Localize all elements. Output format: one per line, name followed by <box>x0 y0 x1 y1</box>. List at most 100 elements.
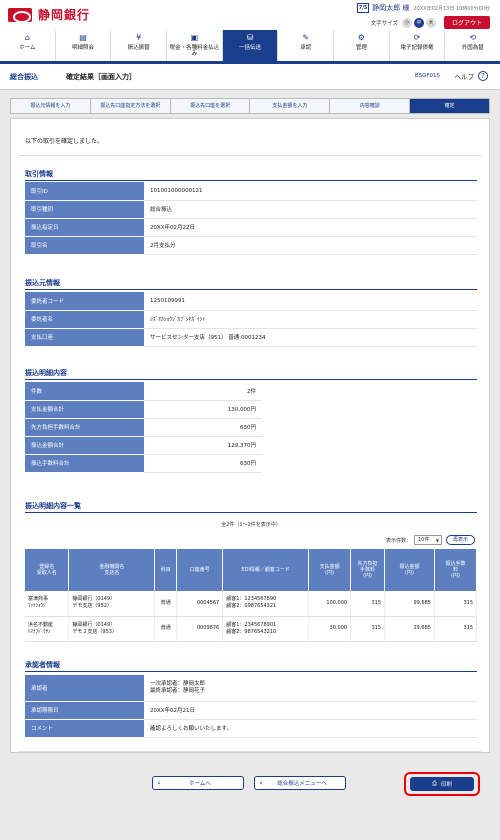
source-info-table: 委託者コード 1250109991 委託者名 ｼｽﾞｵｶｼｮｳｼﾞｶﾌﾞｼｷｶﾞ… <box>25 292 477 347</box>
cell-transfer-amount: 99,685 <box>384 591 435 617</box>
app-header: 静岡銀行 7/5 静岡太郎 様 20XX年02月13日 10時00分00秒 文字… <box>0 0 500 30</box>
row-key: 取引名 <box>25 236 144 255</box>
print-button-label: 印刷 <box>440 782 452 788</box>
tax-payment-icon: ▣ <box>190 33 199 42</box>
cell-payment-amount: 30,000 <box>308 616 352 642</box>
cell-registrant: 浜名不動産 ﾊﾏﾅﾌﾄﾞｳｻﾝ <box>25 616 70 642</box>
nav-item-transfer[interactable]: ¥ 振込振替 <box>111 30 168 61</box>
column-header: 先方負担 手数料 (円) <box>350 549 386 591</box>
row-key: 振込手数料合計 <box>25 454 144 473</box>
table-row: 承認期限日 20XX年02月21日 <box>25 701 477 720</box>
user-info: 7/5 静岡太郎 様 20XX年02月13日 10時00分00秒 <box>357 3 490 13</box>
column-header: 登録名 受取人名 <box>25 549 70 591</box>
font-size-medium-button[interactable]: 中 <box>413 17 424 28</box>
table-row: 振込金額合計 129,370円 <box>25 436 477 455</box>
cell-transfer-fee: 315 <box>434 591 478 617</box>
cell-payee-fee: 315 <box>350 591 386 617</box>
detail-table: 登録名 受取人名 金融機関名 支店名 科目 口座番号 EDI情報／顧客コード 支… <box>25 549 478 642</box>
nav-item-statements[interactable]: ▤ 明細照会 <box>56 30 112 61</box>
column-header: 金融機関名 支店名 <box>68 549 156 591</box>
registered-name: 浜名不動産 <box>28 621 54 628</box>
row-value: 129,370円 <box>144 436 262 455</box>
row-pad <box>262 418 477 437</box>
nav-item-tax-payment[interactable]: ▣ 税金・各種料金払込み <box>167 30 223 61</box>
nav-item-label: 管理 <box>355 45 367 51</box>
font-size-small-button[interactable]: 小 <box>401 17 412 28</box>
section-title-detail-list: 振込明細内容一覧 <box>25 502 81 510</box>
divider <box>19 155 481 156</box>
divider <box>19 751 481 752</box>
table-row: 件数 2件 <box>25 382 477 401</box>
nav-item-batch-transfer[interactable]: ⛁ 一括伝送 <box>222 30 279 61</box>
cell-account-number: 0004567 <box>176 591 224 617</box>
row-key: 支払口座 <box>25 328 144 347</box>
row-key: 支払金額合計 <box>25 400 144 419</box>
table-row: 振込手数料合計 630円 <box>25 454 477 473</box>
row-value: 101001000000121 <box>144 182 477 201</box>
cell-payee-fee: 315 <box>350 616 386 642</box>
font-size-controls: 文字サイズ 小 中 大 ログアウト <box>371 16 490 29</box>
row-key: 取引種別 <box>25 200 144 219</box>
section-rule <box>25 289 477 290</box>
column-header: 科目 <box>154 549 178 591</box>
row-value: 確認よろしくお願いいたします。 <box>144 719 477 738</box>
font-size-label: 文字サイズ <box>370 20 398 27</box>
payee-name: ﾊﾏﾅﾌﾄﾞｳｻﾝ <box>28 628 51 635</box>
batch-menu-button-label: 総合振込メニューへ <box>277 781 327 787</box>
nav-item-e-bond[interactable]: ⟳ 電子記録債権 <box>390 30 446 61</box>
edi-line-2: 顧客2：9876543210 <box>226 628 277 635</box>
cell-bank: 静岡銀行（0149） デモ２支店（953） <box>68 616 156 642</box>
logout-button[interactable]: ログアウト <box>443 16 490 29</box>
redisplay-button[interactable]: 再表示 <box>445 535 475 545</box>
bank-logo-text: 静岡銀行 <box>38 8 91 22</box>
table-header-row: 登録名 受取人名 金融機関名 支店名 科目 口座番号 EDI情報／顧客コード 支… <box>25 549 478 591</box>
step-confirm-content: 内容確認 <box>330 99 411 113</box>
print-button[interactable]: ⎙ 印刷 <box>410 777 474 791</box>
table-row: 振込指定日 20XX年02月22日 <box>25 218 477 237</box>
batch-transfer-icon: ⛁ <box>246 33 254 42</box>
nav-item-forex[interactable]: ⟲ 外国為替 <box>445 30 500 61</box>
table-row: 支払金額合計 130,000円 <box>25 400 477 419</box>
section-rule <box>25 512 477 513</box>
table-row: 委託者名 ｼｽﾞｵｶｼｮｳｼﾞｶﾌﾞｼｷｶﾞｲｼｬ <box>25 310 477 329</box>
cell-bank: 静岡銀行（0149） デモ支店（952） <box>68 591 156 617</box>
cell-transfer-amount: 29,685 <box>384 616 435 642</box>
row-pad <box>262 436 477 455</box>
section-title-summary: 振込明細内容 <box>25 369 67 377</box>
nav-item-label: 税金・各種料金払込み <box>169 45 220 57</box>
step-destination-account: 振込先口座を選択 <box>170 99 251 113</box>
font-size-large-button[interactable]: 大 <box>425 17 436 28</box>
printer-icon: ⎙ <box>432 780 437 787</box>
nav-item-approval[interactable]: ✎ 承認 <box>278 30 335 61</box>
row-value: 2月支払分 <box>144 236 477 255</box>
bank-logo[interactable]: 静岡銀行 <box>8 6 90 23</box>
row-value: 20XX年02月22日 <box>144 218 477 237</box>
page-titlebar: 総合振込 確定結果［画面入力］ BSGF015 ヘルプ ? <box>0 64 500 90</box>
cell-registrant: 富津商事 ﾌｯﾂｼｮｳｼﾞ <box>25 591 70 617</box>
table-row: 取引種別 総合振込 <box>25 200 477 219</box>
nav-item-home[interactable]: ⌂ ホーム <box>0 30 56 61</box>
row-key: 振込金額合計 <box>25 436 144 455</box>
page-size-select[interactable]: 10件 <box>413 535 442 545</box>
row-value: 130,000円 <box>144 400 262 419</box>
column-header: 口座番号 <box>176 549 224 591</box>
approval-icon: ✎ <box>302 33 310 42</box>
batch-menu-button[interactable]: ‹ 総合振込メニューへ <box>254 776 346 790</box>
edi-line-2: 顧客2：0987654321 <box>226 603 277 610</box>
branch-name: デモ支店（952） <box>72 603 112 610</box>
main-panel: 以下の取引を確定しました。 取引情報 取引ID 101001000000121 … <box>10 118 490 753</box>
cell-payment-amount: 100,000 <box>308 591 352 617</box>
section-title-approver: 承認者情報 <box>25 661 60 669</box>
row-pad <box>262 400 477 419</box>
row-key: 承認期限日 <box>25 701 144 720</box>
help-link[interactable]: ヘルプ ? <box>455 71 488 81</box>
row-pad <box>262 454 477 473</box>
edi-line-1: 顧客1：2345678901 <box>226 621 277 628</box>
column-header: EDI情報／顧客コード <box>222 549 310 591</box>
chevron-left-icon: ‹ <box>259 779 263 787</box>
home-button[interactable]: ‹ ホームへ <box>152 776 244 790</box>
nav-item-management[interactable]: ⚙ 管理 <box>334 30 390 61</box>
section-rule <box>25 671 477 672</box>
row-key: 先方負担手数料合計 <box>25 418 144 437</box>
row-value: 630円 <box>144 454 262 473</box>
